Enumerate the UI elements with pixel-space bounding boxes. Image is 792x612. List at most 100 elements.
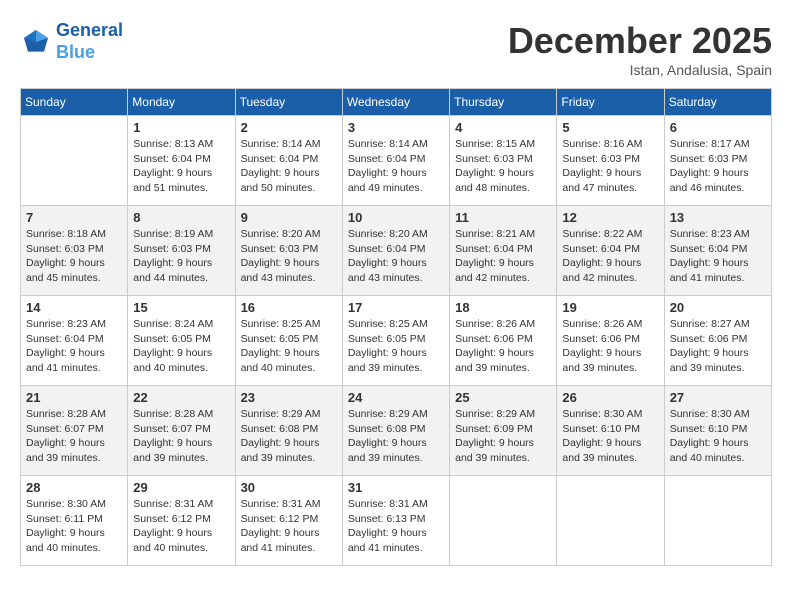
day-info: Sunrise: 8:29 AM Sunset: 6:08 PM Dayligh… bbox=[241, 407, 337, 466]
logo-line1: General bbox=[56, 20, 123, 40]
day-number: 2 bbox=[241, 120, 337, 135]
weekday-header-friday: Friday bbox=[557, 89, 664, 116]
weekday-header-monday: Monday bbox=[128, 89, 235, 116]
month-title: December 2025 bbox=[508, 20, 772, 62]
calendar-table: SundayMondayTuesdayWednesdayThursdayFrid… bbox=[20, 88, 772, 566]
table-row: 9 Sunrise: 8:20 AM Sunset: 6:03 PM Daylig… bbox=[235, 206, 342, 296]
day-number: 29 bbox=[133, 480, 229, 495]
day-info: Sunrise: 8:23 AM Sunset: 6:04 PM Dayligh… bbox=[26, 317, 122, 376]
day-number: 17 bbox=[348, 300, 444, 315]
weekday-header-wednesday: Wednesday bbox=[342, 89, 449, 116]
day-info: Sunrise: 8:31 AM Sunset: 6:13 PM Dayligh… bbox=[348, 497, 444, 556]
title-area: December 2025 Istan, Andalusia, Spain bbox=[508, 20, 772, 78]
day-info: Sunrise: 8:15 AM Sunset: 6:03 PM Dayligh… bbox=[455, 137, 551, 196]
day-info: Sunrise: 8:31 AM Sunset: 6:12 PM Dayligh… bbox=[133, 497, 229, 556]
day-info: Sunrise: 8:30 AM Sunset: 6:10 PM Dayligh… bbox=[562, 407, 658, 466]
table-row: 6 Sunrise: 8:17 AM Sunset: 6:03 PM Daylig… bbox=[664, 116, 771, 206]
table-row: 30 Sunrise: 8:31 AM Sunset: 6:12 PM Dayli… bbox=[235, 476, 342, 566]
week-row-4: 21 Sunrise: 8:28 AM Sunset: 6:07 PM Dayli… bbox=[21, 386, 772, 476]
day-info: Sunrise: 8:29 AM Sunset: 6:09 PM Dayligh… bbox=[455, 407, 551, 466]
day-info: Sunrise: 8:25 AM Sunset: 6:05 PM Dayligh… bbox=[241, 317, 337, 376]
logo: General Blue bbox=[20, 20, 123, 63]
week-row-3: 14 Sunrise: 8:23 AM Sunset: 6:04 PM Dayli… bbox=[21, 296, 772, 386]
day-info: Sunrise: 8:19 AM Sunset: 6:03 PM Dayligh… bbox=[133, 227, 229, 286]
day-number: 15 bbox=[133, 300, 229, 315]
day-info: Sunrise: 8:28 AM Sunset: 6:07 PM Dayligh… bbox=[133, 407, 229, 466]
table-row: 11Sunrise: 8:21 AM Sunset: 6:04 PM Dayli… bbox=[450, 206, 557, 296]
table-row: 14 Sunrise: 8:23 AM Sunset: 6:04 PM Dayli… bbox=[21, 296, 128, 386]
table-row bbox=[664, 476, 771, 566]
logo-icon bbox=[20, 26, 52, 58]
table-row: 12Sunrise: 8:22 AM Sunset: 6:04 PM Dayli… bbox=[557, 206, 664, 296]
day-number: 22 bbox=[133, 390, 229, 405]
table-row: 13 Sunrise: 8:23 AM Sunset: 6:04 PM Dayli… bbox=[664, 206, 771, 296]
day-number: 6 bbox=[670, 120, 766, 135]
day-info: Sunrise: 8:26 AM Sunset: 6:06 PM Dayligh… bbox=[455, 317, 551, 376]
table-row: 4 Sunrise: 8:15 AM Sunset: 6:03 PM Daylig… bbox=[450, 116, 557, 206]
day-info: Sunrise: 8:28 AM Sunset: 6:07 PM Dayligh… bbox=[26, 407, 122, 466]
day-number: 27 bbox=[670, 390, 766, 405]
table-row: 21 Sunrise: 8:28 AM Sunset: 6:07 PM Dayli… bbox=[21, 386, 128, 476]
day-number: 5 bbox=[562, 120, 658, 135]
day-number: 28 bbox=[26, 480, 122, 495]
day-number: 14 bbox=[26, 300, 122, 315]
table-row: 25Sunrise: 8:29 AM Sunset: 6:09 PM Dayli… bbox=[450, 386, 557, 476]
day-number: 8 bbox=[133, 210, 229, 225]
weekday-header-row: SundayMondayTuesdayWednesdayThursdayFrid… bbox=[21, 89, 772, 116]
table-row: 29 Sunrise: 8:31 AM Sunset: 6:12 PM Dayli… bbox=[128, 476, 235, 566]
day-info: Sunrise: 8:26 AM Sunset: 6:06 PM Dayligh… bbox=[562, 317, 658, 376]
day-info: Sunrise: 8:25 AM Sunset: 6:05 PM Dayligh… bbox=[348, 317, 444, 376]
table-row: 3Sunrise: 8:14 AM Sunset: 6:04 PM Daylig… bbox=[342, 116, 449, 206]
day-info: Sunrise: 8:18 AM Sunset: 6:03 PM Dayligh… bbox=[26, 227, 122, 286]
table-row bbox=[21, 116, 128, 206]
table-row: 17 Sunrise: 8:25 AM Sunset: 6:05 PM Dayli… bbox=[342, 296, 449, 386]
day-number: 10 bbox=[348, 210, 444, 225]
week-row-5: 28 Sunrise: 8:30 AM Sunset: 6:11 PM Dayli… bbox=[21, 476, 772, 566]
table-row: 23 Sunrise: 8:29 AM Sunset: 6:08 PM Dayli… bbox=[235, 386, 342, 476]
day-number: 26 bbox=[562, 390, 658, 405]
table-row: 7 Sunrise: 8:18 AM Sunset: 6:03 PM Daylig… bbox=[21, 206, 128, 296]
day-info: Sunrise: 8:17 AM Sunset: 6:03 PM Dayligh… bbox=[670, 137, 766, 196]
day-info: Sunrise: 8:24 AM Sunset: 6:05 PM Dayligh… bbox=[133, 317, 229, 376]
day-number: 9 bbox=[241, 210, 337, 225]
day-info: Sunrise: 8:30 AM Sunset: 6:11 PM Dayligh… bbox=[26, 497, 122, 556]
day-number: 20 bbox=[670, 300, 766, 315]
day-number: 19 bbox=[562, 300, 658, 315]
day-number: 7 bbox=[26, 210, 122, 225]
day-info: Sunrise: 8:20 AM Sunset: 6:03 PM Dayligh… bbox=[241, 227, 337, 286]
table-row: 26 Sunrise: 8:30 AM Sunset: 6:10 PM Dayli… bbox=[557, 386, 664, 476]
day-number: 1 bbox=[133, 120, 229, 135]
day-info: Sunrise: 8:22 AM Sunset: 6:04 PM Dayligh… bbox=[562, 227, 658, 286]
day-info: Sunrise: 8:13 AM Sunset: 6:04 PM Dayligh… bbox=[133, 137, 229, 196]
weekday-header-sunday: Sunday bbox=[21, 89, 128, 116]
day-number: 3 bbox=[348, 120, 444, 135]
day-number: 16 bbox=[241, 300, 337, 315]
day-info: Sunrise: 8:31 AM Sunset: 6:12 PM Dayligh… bbox=[241, 497, 337, 556]
table-row: 10Sunrise: 8:20 AM Sunset: 6:04 PM Dayli… bbox=[342, 206, 449, 296]
table-row: 19 Sunrise: 8:26 AM Sunset: 6:06 PM Dayli… bbox=[557, 296, 664, 386]
weekday-header-saturday: Saturday bbox=[664, 89, 771, 116]
day-info: Sunrise: 8:14 AM Sunset: 6:04 PM Dayligh… bbox=[241, 137, 337, 196]
day-number: 23 bbox=[241, 390, 337, 405]
weekday-header-thursday: Thursday bbox=[450, 89, 557, 116]
table-row: 18Sunrise: 8:26 AM Sunset: 6:06 PM Dayli… bbox=[450, 296, 557, 386]
day-number: 13 bbox=[670, 210, 766, 225]
weekday-header-tuesday: Tuesday bbox=[235, 89, 342, 116]
table-row: 20 Sunrise: 8:27 AM Sunset: 6:06 PM Dayli… bbox=[664, 296, 771, 386]
logo-text: General Blue bbox=[56, 20, 123, 63]
day-info: Sunrise: 8:23 AM Sunset: 6:04 PM Dayligh… bbox=[670, 227, 766, 286]
day-info: Sunrise: 8:29 AM Sunset: 6:08 PM Dayligh… bbox=[348, 407, 444, 466]
table-row: 24 Sunrise: 8:29 AM Sunset: 6:08 PM Dayli… bbox=[342, 386, 449, 476]
table-row: 27Sunrise: 8:30 AM Sunset: 6:10 PM Dayli… bbox=[664, 386, 771, 476]
day-number: 4 bbox=[455, 120, 551, 135]
day-info: Sunrise: 8:16 AM Sunset: 6:03 PM Dayligh… bbox=[562, 137, 658, 196]
logo-line2: Blue bbox=[56, 42, 123, 64]
week-row-2: 7 Sunrise: 8:18 AM Sunset: 6:03 PM Daylig… bbox=[21, 206, 772, 296]
day-number: 24 bbox=[348, 390, 444, 405]
day-number: 31 bbox=[348, 480, 444, 495]
day-number: 30 bbox=[241, 480, 337, 495]
day-info: Sunrise: 8:27 AM Sunset: 6:06 PM Dayligh… bbox=[670, 317, 766, 376]
table-row: 22 Sunrise: 8:28 AM Sunset: 6:07 PM Dayli… bbox=[128, 386, 235, 476]
day-number: 21 bbox=[26, 390, 122, 405]
table-row: 5 Sunrise: 8:16 AM Sunset: 6:03 PM Daylig… bbox=[557, 116, 664, 206]
